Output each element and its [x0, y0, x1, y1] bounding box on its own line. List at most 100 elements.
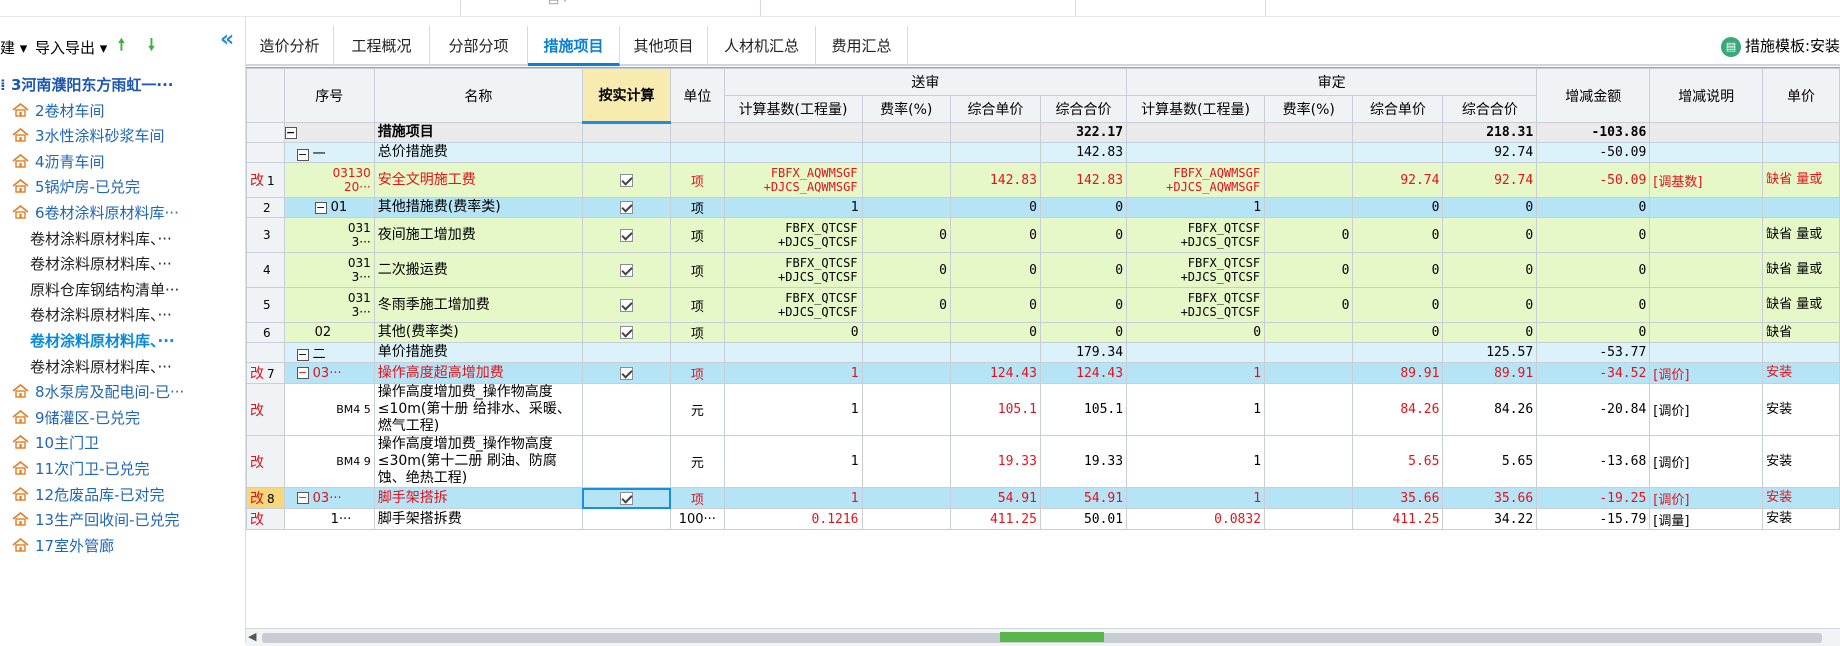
- s-rate-cell[interactable]: [861, 362, 951, 384]
- a-base-cell[interactable]: 0.0832: [1126, 508, 1266, 530]
- a-tp-cell[interactable]: 84.26: [1442, 383, 1538, 436]
- by-actual-cell[interactable]: [581, 322, 672, 343]
- col-seq[interactable]: 序号: [283, 68, 375, 123]
- name-cell[interactable]: 操作高度增加费_操作物高度≤30m(第十二册 刷油、防腐蚀、绝热工程): [373, 435, 583, 488]
- by-actual-checkbox[interactable]: [620, 201, 634, 214]
- s-rate-cell[interactable]: [861, 435, 951, 488]
- a-base-cell[interactable]: 1: [1126, 435, 1266, 488]
- tab-4[interactable]: 其他项目: [620, 26, 708, 66]
- diff-cell[interactable]: 0: [1536, 287, 1651, 323]
- table-row[interactable]: − 措施项目 322.17 218.31 -103.86: [246, 122, 1840, 143]
- name-cell[interactable]: 安全文明施工费: [373, 162, 583, 198]
- note-cell[interactable]: [1649, 252, 1764, 288]
- a-base-cell[interactable]: FBFX_AQWMSGF +DJCS_AQWMSGF: [1126, 162, 1266, 198]
- move-down-icon[interactable]: 🠗: [148, 34, 155, 61]
- table-row[interactable]: 2−01 其他措施费(费率类) 项 1 0 0 1 0 0 0: [246, 197, 1840, 218]
- s-tp-cell[interactable]: 0: [1039, 287, 1128, 323]
- measure-template-button[interactable]: ▤ 措施模板:安装: [1720, 26, 1840, 66]
- a-tp-cell[interactable]: 0: [1442, 217, 1538, 253]
- s-rate-cell[interactable]: [861, 508, 951, 530]
- s-up-cell[interactable]: 0: [949, 197, 1041, 218]
- tab-0[interactable]: 造价分析: [246, 26, 334, 66]
- s-base-cell[interactable]: [723, 142, 863, 163]
- s-tp-cell[interactable]: 0: [1039, 217, 1128, 253]
- a-rate-cell[interactable]: [1264, 383, 1354, 436]
- a-tp-cell[interactable]: 35.66: [1442, 487, 1538, 509]
- seq-cell[interactable]: −03···: [283, 487, 375, 509]
- s-rate-cell[interactable]: [861, 122, 951, 143]
- a-base-cell[interactable]: FBFX_QTCSF +DJCS_QTCSF: [1126, 252, 1266, 288]
- diff-cell[interactable]: 0: [1536, 197, 1651, 218]
- s-base-cell[interactable]: 1: [723, 435, 863, 488]
- row-gutter[interactable]: 5: [246, 287, 285, 323]
- extra-cell[interactable]: 安装: [1762, 362, 1840, 384]
- row-gutter[interactable]: 改: [246, 383, 285, 436]
- a-up-cell[interactable]: 0: [1352, 322, 1444, 343]
- s-base-cell[interactable]: 0.1216: [723, 508, 863, 530]
- note-cell[interactable]: [1649, 142, 1764, 163]
- a-up-cell[interactable]: 0: [1352, 252, 1444, 288]
- a-up-cell[interactable]: [1352, 142, 1444, 163]
- table-row[interactable]: 改 BM4 5 操作高度增加费_操作物高度≤10m(第十册 给排水、采暖、燃气工程)…: [246, 383, 1840, 436]
- diff-cell[interactable]: 0: [1536, 322, 1651, 343]
- name-cell[interactable]: 冬雨季施工增加费: [373, 287, 583, 323]
- s-rate-cell[interactable]: [861, 487, 951, 509]
- s-tp-cell[interactable]: 50.01: [1039, 508, 1128, 530]
- a-tp-cell[interactable]: 92.74: [1442, 142, 1538, 163]
- extra-cell[interactable]: 安装: [1762, 383, 1840, 436]
- s-tp-cell[interactable]: 142.83: [1039, 162, 1128, 198]
- seq-cell[interactable]: −: [283, 122, 375, 143]
- a-base-cell[interactable]: 1: [1126, 362, 1266, 384]
- s-up-cell[interactable]: 54.91: [949, 487, 1041, 509]
- tree-expander-icon[interactable]: ⁞: [0, 76, 6, 94]
- scroll-left-icon[interactable]: ◀: [248, 630, 256, 643]
- name-cell[interactable]: 总价措施费: [373, 142, 583, 163]
- col-a-base[interactable]: 计算基数(工程量): [1126, 95, 1266, 123]
- s-base-cell[interactable]: FBFX_QTCSF +DJCS_QTCSF: [723, 217, 863, 253]
- note-cell[interactable]: [1649, 197, 1764, 218]
- col-name[interactable]: 名称: [373, 68, 583, 123]
- a-base-cell[interactable]: FBFX_QTCSF +DJCS_QTCSF: [1126, 287, 1266, 323]
- by-actual-cell[interactable]: [581, 217, 672, 253]
- extra-cell[interactable]: 安装: [1762, 508, 1840, 530]
- s-rate-cell[interactable]: 0: [861, 252, 951, 288]
- note-cell[interactable]: [1649, 122, 1764, 143]
- s-tp-cell[interactable]: 105.1: [1039, 383, 1128, 436]
- row-gutter[interactable]: 3: [246, 217, 285, 253]
- diff-cell[interactable]: -50.09: [1536, 162, 1651, 198]
- new-menu[interactable]: 建 ▾: [0, 37, 27, 58]
- diff-cell[interactable]: -15.79: [1536, 508, 1651, 530]
- s-rate-cell[interactable]: [861, 197, 951, 218]
- name-cell[interactable]: 脚手架搭拆费: [373, 508, 583, 530]
- unit-cell[interactable]: 元: [670, 435, 725, 488]
- note-cell[interactable]: [1649, 287, 1764, 323]
- name-cell[interactable]: 其他(费率类): [373, 322, 583, 343]
- by-actual-cell[interactable]: [581, 435, 672, 488]
- tab-6[interactable]: 费用汇总: [816, 26, 908, 66]
- by-actual-cell[interactable]: [581, 508, 672, 530]
- name-cell[interactable]: 其他措施费(费率类): [373, 197, 583, 218]
- a-rate-cell[interactable]: [1264, 362, 1354, 384]
- a-rate-cell[interactable]: [1264, 142, 1354, 163]
- s-up-cell[interactable]: 0: [949, 217, 1041, 253]
- name-cell[interactable]: 措施项目: [373, 122, 583, 143]
- col-diff-note[interactable]: 增减说明: [1649, 68, 1764, 123]
- s-up-cell[interactable]: 411.25: [949, 508, 1041, 530]
- collapse-toggle-icon[interactable]: −: [314, 201, 327, 214]
- extra-cell[interactable]: 安装: [1762, 487, 1840, 509]
- note-cell[interactable]: [调价]: [1649, 383, 1764, 436]
- collapse-toggle-icon[interactable]: −: [285, 126, 297, 139]
- note-cell[interactable]: [1649, 217, 1764, 253]
- seq-cell[interactable]: − 一: [283, 142, 375, 163]
- unit-cell[interactable]: 项: [670, 362, 725, 384]
- seq-cell[interactable]: BM4 9: [283, 435, 375, 488]
- col-a-total[interactable]: 综合合价: [1442, 95, 1538, 123]
- diff-cell[interactable]: -50.09: [1536, 142, 1651, 163]
- diff-cell[interactable]: -53.77: [1536, 342, 1651, 363]
- name-cell[interactable]: 操作高度增加费_操作物高度≤10m(第十册 给排水、采暖、燃气工程): [373, 383, 583, 436]
- note-cell[interactable]: [1649, 342, 1764, 363]
- s-up-cell[interactable]: 0: [949, 252, 1041, 288]
- s-rate-cell[interactable]: [861, 142, 951, 163]
- row-gutter[interactable]: [246, 122, 285, 143]
- diff-cell[interactable]: -34.52: [1536, 362, 1651, 384]
